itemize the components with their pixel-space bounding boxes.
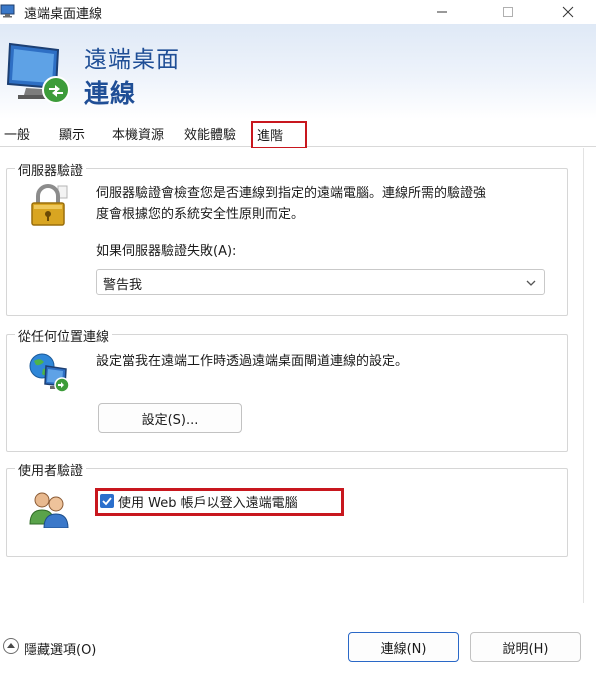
server-auth-description-line2: 度會根據您的系統安全性原則而定。 <box>96 207 305 222</box>
close-icon <box>562 6 574 18</box>
auth-failure-selected-value: 警告我 <box>103 278 143 293</box>
web-account-checkbox[interactable] <box>100 494 114 508</box>
minimize-icon <box>437 11 447 13</box>
hide-options-link[interactable]: 隱藏選項(O) <box>24 639 96 658</box>
checkmark-icon <box>102 497 112 506</box>
banner-title-line1: 遠端桌面 <box>84 47 180 73</box>
header-banner: 遠端桌面 連線 <box>0 24 596 119</box>
auth-failure-select[interactable]: 警告我 <box>96 269 545 295</box>
title-bar: 遠端桌面連線 <box>0 0 596 24</box>
maximize-button[interactable] <box>486 0 530 24</box>
tab-display[interactable]: 顯示 <box>59 124 85 143</box>
help-button[interactable]: 說明(H) <box>470 632 581 662</box>
gateway-settings-button[interactable]: 設定(S)... <box>98 403 242 433</box>
padlock-icon <box>31 184 68 226</box>
chevron-down-icon <box>526 280 536 286</box>
auth-failure-label: 如果伺服器驗證失敗(A): <box>96 244 237 259</box>
tab-local-resources[interactable]: 本機資源 <box>112 124 164 143</box>
connect-anywhere-title: 從任何位置連線 <box>15 326 113 345</box>
window-title: 遠端桌面連線 <box>24 7 103 22</box>
maximize-icon <box>503 7 513 17</box>
tab-general[interactable]: 一般 <box>4 124 30 143</box>
remote-desktop-app-icon <box>0 4 15 18</box>
connect-button[interactable]: 連線(N) <box>348 632 459 662</box>
tab-advanced[interactable]: 進階 <box>251 121 307 149</box>
tab-experience[interactable]: 效能體驗 <box>184 124 236 143</box>
connect-anywhere-description: 設定當我在遠端工作時透過遠端桌面閘道連線的設定。 <box>96 354 409 369</box>
user-auth-title: 使用者驗證 <box>15 460 87 479</box>
gateway-globe-icon <box>29 353 70 393</box>
web-account-checkbox-label[interactable]: 使用 Web 帳戶以登入遠端電腦 <box>118 492 298 511</box>
minimize-button[interactable] <box>420 0 464 24</box>
banner-title-line2: 連線 <box>84 79 137 108</box>
remote-desktop-monitor-icon <box>6 42 70 104</box>
tab-advanced-label: 進階 <box>257 129 284 144</box>
chevron-up-circle-icon[interactable] <box>2 637 20 655</box>
server-auth-title: 伺服器驗證 <box>15 160 87 179</box>
server-auth-description-line1: 伺服器驗證會檢查您是否連線到指定的遠端電腦。連線所需的驗證強 <box>96 186 487 201</box>
users-icon <box>29 492 69 528</box>
close-button[interactable] <box>546 0 590 24</box>
